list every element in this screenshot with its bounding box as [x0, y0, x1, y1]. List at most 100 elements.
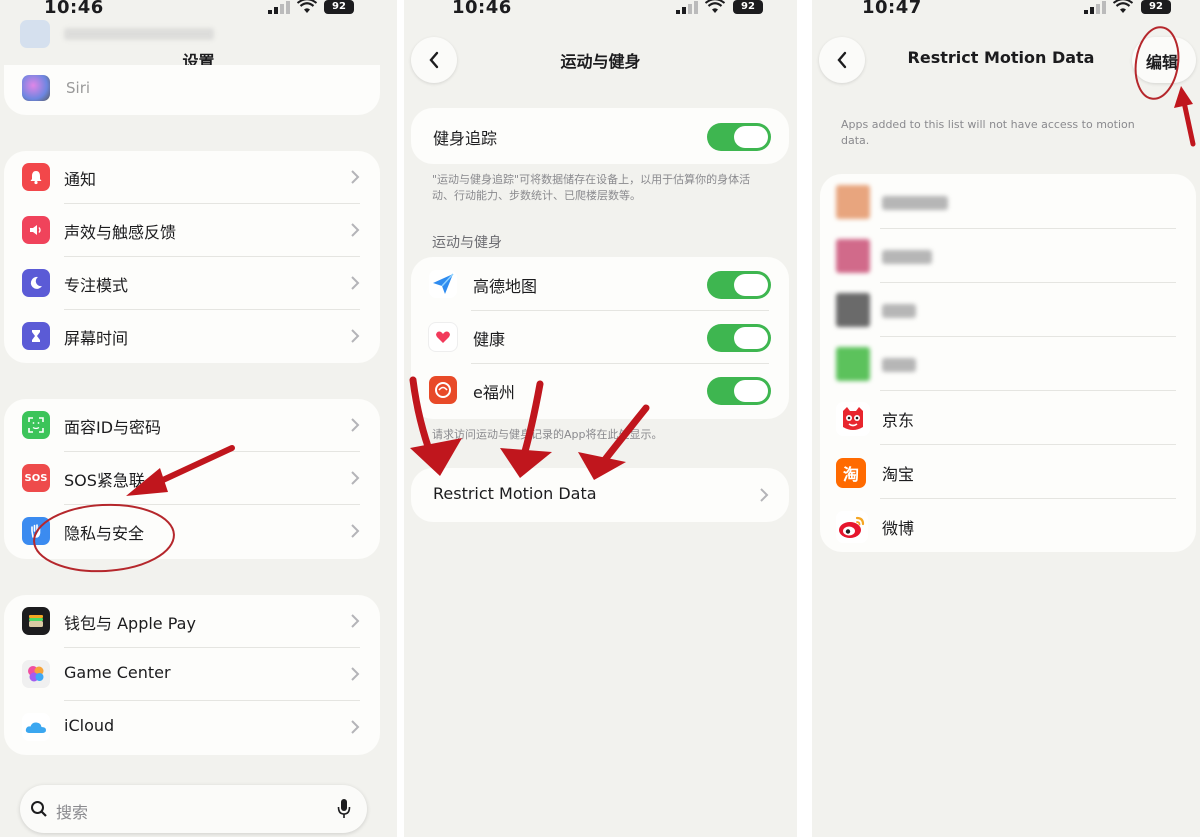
bell-icon	[22, 163, 50, 191]
fitness-tracking-row: 健身追踪	[411, 110, 789, 163]
restricted-app-row[interactable]	[820, 284, 1196, 337]
restricted-app-row[interactable]: 京东	[820, 392, 1196, 445]
restricted-app-row[interactable]: 微博	[820, 500, 1196, 553]
restricted-app-label: 微博	[882, 519, 915, 538]
motion-app-label: 高德地图	[473, 277, 538, 296]
cloud-icon	[22, 713, 50, 741]
amap-icon	[429, 270, 457, 298]
status-bar: 10:46 92	[0, 0, 397, 20]
row-separator	[880, 444, 1176, 445]
settings-item-screen-time[interactable]: 屏幕时间	[4, 310, 380, 363]
restricted-app-row[interactable]	[820, 230, 1196, 283]
restrict-motion-card[interactable]: Restrict Motion Data	[411, 468, 789, 522]
chevron-right-icon	[351, 524, 360, 538]
motion-app-toggle[interactable]	[707, 377, 771, 405]
wifi-icon	[297, 0, 317, 13]
fitness-tracking-toggle[interactable]	[707, 123, 771, 151]
game-center-icon	[22, 660, 50, 688]
settings-item-sos[interactable]: SOS SOS紧急联	[4, 452, 380, 505]
siri-icon	[22, 75, 50, 101]
motion-app-toggle[interactable]	[707, 271, 771, 299]
blurred-app-icon	[836, 293, 870, 327]
cellular-signal-icon	[676, 1, 698, 14]
taobao-icon: 淘	[836, 458, 866, 488]
cellular-signal-icon	[268, 1, 290, 14]
blurred-app-icon	[836, 347, 870, 381]
section-header: 运动与健身	[432, 235, 502, 251]
chevron-right-icon	[351, 170, 360, 184]
motion-apps-card: 高德地图 健康 e福州	[411, 257, 789, 419]
battery-indicator: 92	[1141, 0, 1171, 14]
battery-indicator: 92	[733, 0, 763, 14]
fitness-tracking-card: 健身追踪	[411, 108, 789, 164]
chevron-right-icon	[351, 471, 360, 485]
page-title: 运动与健身	[560, 52, 641, 71]
settings-item-sounds[interactable]: 声效与触感反馈	[4, 204, 380, 257]
restricted-app-row[interactable]: 淘 淘宝	[820, 446, 1196, 499]
settings-item-icloud[interactable]: iCloud	[4, 701, 380, 754]
edit-button[interactable]: 编辑	[1132, 37, 1196, 83]
row-separator	[880, 282, 1176, 283]
restricted-app-row[interactable]	[820, 176, 1196, 229]
heart-icon	[429, 323, 457, 351]
blurred-app-label	[882, 196, 948, 210]
chevron-right-icon	[351, 276, 360, 290]
restricted-app-row[interactable]	[820, 338, 1196, 391]
restrict-motion-row[interactable]: Restrict Motion Data	[411, 469, 789, 522]
wifi-icon	[1113, 0, 1133, 13]
restricted-app-label: 京东	[882, 411, 915, 430]
fitness-tracking-note: "运动与健身追踪"可将数据储存在设备上，以用于估算你的身体活动、行动能力、步数统…	[432, 173, 751, 202]
row-separator	[880, 390, 1176, 391]
chevron-right-icon	[351, 329, 360, 343]
status-time: 10:46	[44, 0, 104, 18]
blurred-app-label	[882, 250, 932, 264]
blurred-app-label	[882, 358, 916, 372]
hourglass-icon	[22, 322, 50, 350]
edit-label: 编辑	[1146, 53, 1179, 72]
motion-app-row: 高德地图	[411, 258, 789, 311]
siri-label: Siri	[66, 79, 91, 97]
settings-item-wallet[interactable]: 钱包与 Apple Pay	[4, 595, 380, 648]
restricted-apps-card: 京东 淘 淘宝 微博	[820, 174, 1196, 552]
motion-app-row: 健康	[411, 311, 789, 364]
chevron-right-icon	[351, 418, 360, 432]
microphone-icon[interactable]	[337, 798, 351, 820]
settings-item-label: 面容ID与密码	[64, 418, 162, 437]
chevron-right-icon	[760, 488, 769, 502]
chevron-right-icon	[351, 720, 360, 734]
settings-item-label: 屏幕时间	[64, 329, 129, 348]
settings-group-2: 面容ID与密码 SOS SOS紧急联 隐私与安全	[4, 399, 380, 559]
motion-app-toggle[interactable]	[707, 324, 771, 352]
settings-item-game-center[interactable]: Game Center	[4, 648, 380, 701]
row-separator	[880, 228, 1176, 229]
motion-app-label: 健康	[473, 330, 506, 349]
wifi-icon	[705, 0, 725, 13]
row-separator	[880, 336, 1176, 337]
status-bar: 10:46 92	[404, 0, 797, 20]
jd-icon	[836, 402, 870, 436]
settings-item-focus[interactable]: 专注模式	[4, 257, 380, 310]
moon-icon	[22, 269, 50, 297]
weibo-icon	[836, 511, 868, 543]
settings-group-1: 通知 声效与触感反馈 专注模式 屏幕时间	[4, 151, 380, 363]
search-icon	[31, 801, 47, 817]
sos-icon: SOS	[22, 464, 50, 492]
status-time: 10:47	[862, 0, 922, 18]
chevron-right-icon	[351, 667, 360, 681]
status-time: 10:46	[452, 0, 512, 18]
chevron-right-icon	[351, 223, 360, 237]
motion-fitness-screen: 10:46 92 运动与健身 健身追踪 "运动与健身追踪"可将数据储存在设备上，…	[404, 0, 797, 837]
restricted-app-label: 淘宝	[882, 465, 915, 484]
battery-indicator: 92	[324, 0, 354, 14]
motion-app-label: e福州	[473, 383, 515, 402]
settings-item-privacy[interactable]: 隐私与安全	[4, 505, 380, 558]
search-input[interactable]: 搜索	[56, 799, 88, 823]
restrict-motion-screen: 10:47 92 Restrict Motion Data 编辑 Apps ad…	[812, 0, 1200, 837]
search-bar[interactable]: 搜索	[20, 785, 367, 833]
chevron-right-icon	[351, 614, 360, 628]
motion-apps-note: 请求访问运动与健身记录的App将在此处显示。	[432, 428, 663, 441]
settings-item-faceid[interactable]: 面容ID与密码	[4, 399, 380, 452]
settings-item-notifications[interactable]: 通知	[4, 151, 380, 204]
hand-icon	[22, 517, 50, 545]
settings-item-label: iCloud	[64, 716, 115, 735]
